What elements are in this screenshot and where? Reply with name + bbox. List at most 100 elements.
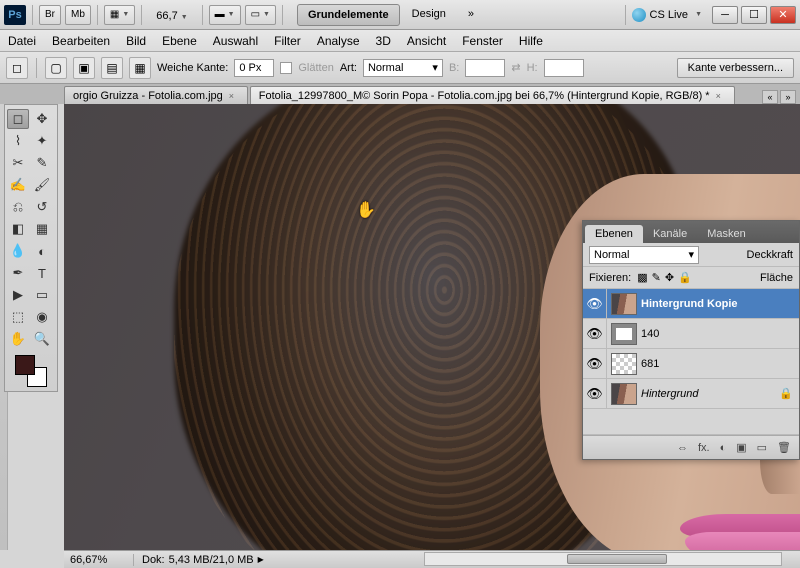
- menu-analysis[interactable]: Analyse: [317, 34, 360, 48]
- 3d-camera-tool[interactable]: ◉: [31, 307, 53, 327]
- menu-image[interactable]: Bild: [126, 34, 146, 48]
- layer-row[interactable]: 👁 140: [583, 319, 799, 349]
- document-tab-2[interactable]: Fotolia_12997800_M© Sorin Popa - Fotolia…: [250, 86, 735, 104]
- tab-channels[interactable]: Kanäle: [643, 225, 697, 243]
- close-icon[interactable]: ×: [229, 91, 239, 101]
- hand-tool[interactable]: ✋: [7, 329, 29, 349]
- sel-new-icon[interactable]: ▢: [45, 57, 67, 79]
- color-swatches[interactable]: [15, 355, 47, 387]
- fx-icon[interactable]: fx.: [698, 442, 710, 454]
- screen-mode-button[interactable]: ▭▼: [245, 5, 276, 25]
- gradient-tool[interactable]: ▦: [31, 219, 53, 239]
- menu-view[interactable]: Ansicht: [407, 34, 446, 48]
- foreground-color-swatch[interactable]: [15, 355, 35, 375]
- window-maximize[interactable]: ☐: [741, 6, 767, 24]
- lock-label: Fixieren:: [589, 272, 631, 284]
- marquee-tool[interactable]: ◻: [7, 109, 29, 129]
- canvas[interactable]: ✋ Ebenen Kanäle Masken Normal▾ Deckkraft…: [64, 104, 800, 550]
- workspace-switcher: Grundelemente Design »: [297, 4, 484, 26]
- adjustment-icon[interactable]: ▣: [736, 441, 746, 454]
- lock-all-icon[interactable]: 🔒: [678, 271, 692, 284]
- visibility-toggle[interactable]: 👁: [583, 349, 607, 378]
- menu-3d[interactable]: 3D: [376, 34, 391, 48]
- scroll-thumb[interactable]: [567, 554, 667, 564]
- menu-layer[interactable]: Ebene: [162, 34, 197, 48]
- tab-layers[interactable]: Ebenen: [585, 225, 643, 243]
- path-select-tool[interactable]: ▶: [7, 285, 29, 305]
- stamp-tool[interactable]: ⎌: [7, 197, 29, 217]
- layer-thumbnail[interactable]: [611, 323, 637, 345]
- lock-icon: 🔒: [779, 387, 793, 400]
- blend-mode-select[interactable]: Normal▾: [589, 246, 699, 264]
- menu-filter[interactable]: Filter: [274, 34, 301, 48]
- layer-thumbnail[interactable]: [611, 353, 637, 375]
- layer-row[interactable]: 👁 681: [583, 349, 799, 379]
- move-tool[interactable]: ✥: [31, 109, 53, 129]
- new-layer-icon[interactable]: ▭: [757, 441, 767, 454]
- cs-live-button[interactable]: CS Live▼: [632, 8, 702, 22]
- workspace-tab-essentials[interactable]: Grundelemente: [297, 4, 400, 26]
- document-tab-1[interactable]: orgio Gruizza - Fotolia.com.jpg ×: [64, 86, 248, 104]
- workspace-more[interactable]: »: [458, 4, 484, 26]
- menu-help[interactable]: Hilfe: [519, 34, 543, 48]
- sel-intersect-icon[interactable]: ▦: [129, 57, 151, 79]
- layer-list: 👁 Hintergrund Kopie 👁 140 👁 681 👁: [583, 289, 799, 435]
- width-label: B:: [449, 62, 459, 74]
- window-close[interactable]: ✕: [770, 6, 796, 24]
- style-select[interactable]: Normal▾: [363, 59, 443, 77]
- type-tool[interactable]: T: [31, 263, 53, 283]
- sel-sub-icon[interactable]: ▤: [101, 57, 123, 79]
- fill-label: Fläche: [760, 272, 793, 284]
- quick-select-tool[interactable]: ✦: [31, 131, 53, 151]
- layer-row[interactable]: 👁 Hintergrund Kopie: [583, 289, 799, 319]
- mask-icon[interactable]: ◐: [720, 442, 727, 454]
- tab-masks[interactable]: Masken: [697, 225, 756, 243]
- menu-edit[interactable]: Bearbeiten: [52, 34, 110, 48]
- zoom-display[interactable]: 66,7▼: [148, 8, 195, 22]
- trash-icon[interactable]: 🗑: [777, 441, 791, 454]
- tab-nav-prev[interactable]: «: [762, 90, 778, 104]
- minibridge-button[interactable]: Mb: [65, 5, 91, 25]
- history-brush-tool[interactable]: ↺: [31, 197, 53, 217]
- feather-input[interactable]: [234, 59, 274, 77]
- crop-tool[interactable]: ✂: [7, 153, 29, 173]
- healing-tool[interactable]: ✍: [7, 175, 29, 195]
- eyedropper-tool[interactable]: ✎: [31, 153, 53, 173]
- tab-nav-next[interactable]: »: [780, 90, 796, 104]
- menu-window[interactable]: Fenster: [462, 34, 503, 48]
- tool-preset-icon[interactable]: ◻: [6, 57, 28, 79]
- status-doc-info[interactable]: Dok: 5,43 MB/21,0 MB ▶: [134, 554, 272, 566]
- zoom-tool[interactable]: 🔍: [31, 329, 53, 349]
- horizontal-scrollbar[interactable]: [424, 552, 782, 566]
- lock-transparency-icon[interactable]: ▩: [637, 271, 647, 284]
- sel-add-icon[interactable]: ▣: [73, 57, 95, 79]
- menu-file[interactable]: Datei: [8, 34, 36, 48]
- view-extras-button[interactable]: ▬▼: [209, 5, 241, 25]
- shape-tool[interactable]: ▭: [31, 285, 53, 305]
- lasso-tool[interactable]: ⌇: [7, 131, 29, 151]
- workspace-tab-design[interactable]: Design: [402, 4, 456, 26]
- visibility-toggle[interactable]: 👁: [583, 289, 607, 318]
- layer-thumbnail[interactable]: [611, 383, 637, 405]
- link-layers-icon[interactable]: ⇔: [677, 442, 688, 454]
- bridge-button[interactable]: Br: [39, 5, 61, 25]
- visibility-toggle[interactable]: 👁: [583, 379, 607, 408]
- layer-thumbnail[interactable]: [611, 293, 637, 315]
- window-minimize[interactable]: ─: [712, 6, 738, 24]
- lock-pixels-icon[interactable]: ✎: [652, 271, 661, 284]
- brush-tool[interactable]: 🖌: [31, 175, 53, 195]
- 3d-tool[interactable]: ⬚: [7, 307, 29, 327]
- visibility-toggle[interactable]: 👁: [583, 319, 607, 348]
- dodge-tool[interactable]: ◐: [31, 241, 53, 261]
- layer-row[interactable]: 👁 Hintergrund 🔒: [583, 379, 799, 409]
- view-grid-button[interactable]: ▦▼: [104, 5, 135, 25]
- lock-position-icon[interactable]: ✥: [665, 271, 674, 284]
- pen-tool[interactable]: ✒: [7, 263, 29, 283]
- refine-edge-button[interactable]: Kante verbessern...: [677, 58, 794, 78]
- close-icon[interactable]: ×: [716, 91, 726, 101]
- status-zoom[interactable]: 66,67%: [64, 554, 134, 566]
- eraser-tool[interactable]: ◧: [7, 219, 29, 239]
- menu-select[interactable]: Auswahl: [213, 34, 258, 48]
- blur-tool[interactable]: 💧: [7, 241, 29, 261]
- layers-panel: Ebenen Kanäle Masken Normal▾ Deckkraft F…: [582, 220, 800, 460]
